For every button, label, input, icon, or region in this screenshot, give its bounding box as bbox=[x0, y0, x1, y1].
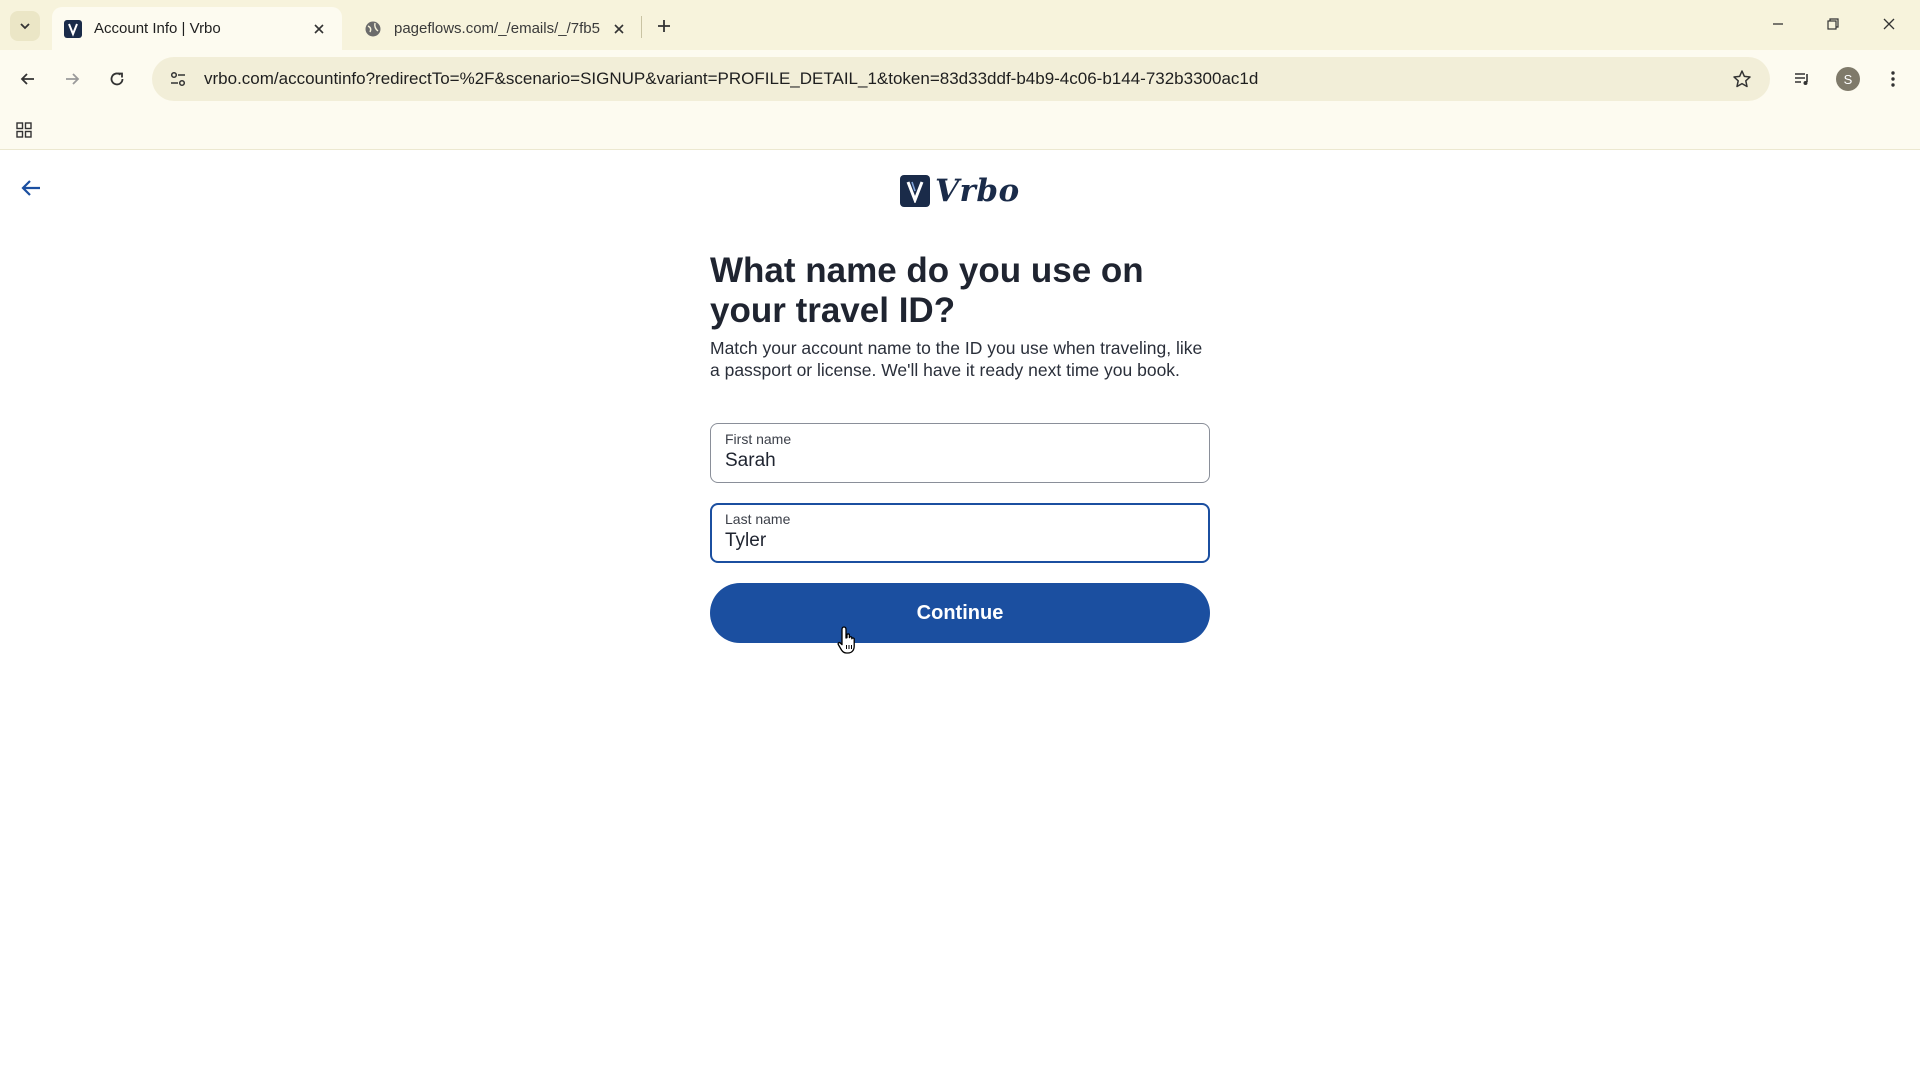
browser-menu-button[interactable] bbox=[1877, 63, 1909, 95]
arrow-left-icon bbox=[20, 73, 34, 85]
globe-icon bbox=[364, 20, 382, 38]
arrow-left-icon bbox=[21, 180, 40, 196]
site-info-button[interactable] bbox=[156, 57, 200, 101]
avatar: S bbox=[1836, 67, 1860, 91]
more-vertical-icon bbox=[1891, 71, 1895, 87]
last-name-label: Last name bbox=[725, 511, 791, 527]
reload-button[interactable] bbox=[101, 63, 133, 95]
tab-title: Account Info | Vrbo bbox=[94, 20, 221, 37]
plus-icon bbox=[658, 20, 670, 32]
chevron-down-icon bbox=[20, 23, 30, 30]
tab-pageflows[interactable]: pageflows.com/_/emails/_/7fb5 bbox=[352, 7, 642, 50]
profile-button[interactable]: S bbox=[1832, 63, 1864, 95]
tab-close-button[interactable] bbox=[308, 18, 330, 40]
apps-button[interactable] bbox=[10, 116, 38, 144]
hand-cursor-icon bbox=[837, 626, 855, 654]
tab-title: pageflows.com/_/emails/_/7fb5 bbox=[394, 20, 600, 37]
forward-button[interactable] bbox=[56, 63, 88, 95]
tab-search-button[interactable] bbox=[10, 11, 40, 41]
continue-button[interactable]: Continue bbox=[710, 583, 1210, 643]
tab-close-button[interactable] bbox=[608, 18, 630, 40]
bookmarks-bar bbox=[0, 108, 1920, 150]
close-icon bbox=[614, 23, 624, 34]
restore-icon bbox=[1827, 18, 1839, 30]
vrbo-logo-mark-icon bbox=[900, 175, 930, 207]
address-bar[interactable]: vrbo.com/accountinfo?redirectTo=%2F&scen… bbox=[152, 57, 1770, 101]
tab-bar: Account Info | Vrbo pageflows.com/_/emai… bbox=[0, 0, 1920, 50]
url-text[interactable]: vrbo.com/accountinfo?redirectTo=%2F&scen… bbox=[204, 69, 1258, 89]
first-name-input[interactable] bbox=[725, 450, 1195, 472]
last-name-input[interactable] bbox=[725, 530, 1195, 552]
minimize-button[interactable] bbox=[1755, 8, 1801, 40]
star-icon bbox=[1733, 70, 1751, 88]
tab-account-info[interactable]: Account Info | Vrbo bbox=[52, 7, 342, 50]
page-description: Match your account name to the ID you us… bbox=[710, 338, 1203, 380]
page-back-button[interactable] bbox=[14, 171, 48, 205]
close-icon bbox=[314, 23, 324, 34]
apps-grid-icon bbox=[16, 122, 32, 138]
first-name-field[interactable]: First name bbox=[710, 423, 1210, 483]
tune-icon bbox=[170, 71, 186, 87]
media-control-button[interactable] bbox=[1786, 63, 1818, 95]
bookmark-star-button[interactable] bbox=[1730, 67, 1754, 91]
vrbo-wordmark: Vrbo bbox=[935, 173, 1020, 209]
arrow-right-icon bbox=[66, 73, 80, 85]
back-button[interactable] bbox=[12, 63, 44, 95]
page-title: What name do you use on your travel ID? bbox=[710, 251, 1144, 330]
last-name-field[interactable]: Last name bbox=[710, 503, 1210, 563]
minimize-icon bbox=[1773, 23, 1783, 25]
first-name-label: First name bbox=[725, 431, 792, 447]
vrbo-favicon bbox=[64, 19, 82, 38]
close-icon bbox=[1883, 18, 1895, 30]
vrbo-logo: Vrbo bbox=[900, 173, 1020, 209]
name-form: What name do you use on your travel ID? … bbox=[710, 251, 1210, 643]
page-content: Vrbo What name do you use on your travel… bbox=[0, 151, 1920, 1080]
close-window-button[interactable] bbox=[1866, 8, 1912, 40]
new-tab-button[interactable] bbox=[650, 12, 678, 40]
browser-toolbar: vrbo.com/accountinfo?redirectTo=%2F&scen… bbox=[0, 50, 1920, 108]
restore-button[interactable] bbox=[1810, 8, 1856, 40]
playlist-icon bbox=[1795, 73, 1808, 85]
reload-icon bbox=[110, 72, 124, 86]
tab-separator bbox=[641, 16, 642, 38]
